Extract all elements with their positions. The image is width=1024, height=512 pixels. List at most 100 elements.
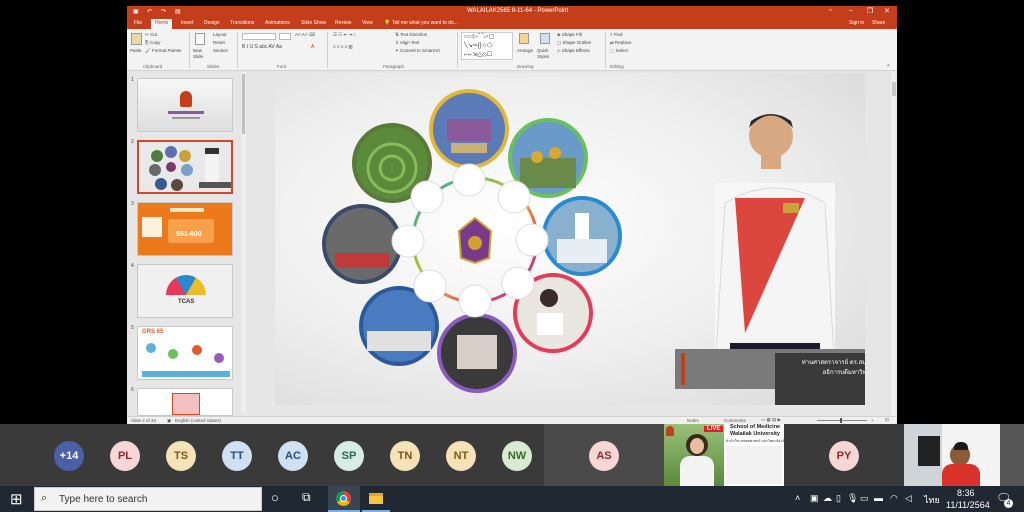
clock-time[interactable]: 8:36 [957,488,975,498]
convert-smartart-button[interactable]: ⚭ Convert to SmartArt [395,48,440,54]
participant-avatar[interactable]: PY [829,441,859,471]
font-name-box[interactable] [242,33,276,40]
clock-date[interactable]: 11/11/2564 [946,500,990,510]
collapse-ribbon-icon[interactable]: ˄ [887,63,890,68]
participant-avatar[interactable]: TT [222,441,252,471]
align-text-button[interactable]: ⇕ Align Text [395,40,419,46]
shapes-gallery[interactable]: ▭○▷⌒▱▢ ╲↘⇨{}☆⬠ ⌐⌙⇲△◇☐ [461,32,513,60]
grow-shrink-font-icon[interactable]: A˄ A˅ ⌫ [295,32,315,38]
section-button[interactable]: Section [213,48,228,53]
new-slide-button[interactable]: New Slide [193,48,209,60]
tab-review[interactable]: Review [335,20,351,26]
tell-me-box[interactable]: Tell me what you want to do... [392,20,458,26]
tab-transitions[interactable]: Transitions [230,20,254,26]
slide-thumbnail-5[interactable]: GRS 65 [137,326,233,380]
current-slide[interactable]: ท่านศาสตราจารย์ ดร.สมบ อธิการบดีมหาวิทย [275,73,865,405]
slide-scrollbar[interactable] [891,72,897,416]
align-buttons[interactable]: ≡ ≡ ≡ ≡ ▥ [333,44,353,50]
replace-button[interactable]: ⇄ Replace [610,40,632,46]
wifi-icon[interactable]: ◠ [890,493,898,504]
font-size-box[interactable] [279,33,291,40]
minimize-icon[interactable]: – [849,7,853,14]
undo-icon[interactable]: ↶ [147,8,152,15]
format-painter-button[interactable]: 🖌 Format Painter [145,48,182,54]
redo-icon[interactable]: ↷ [161,8,166,15]
layout-button[interactable]: Layout [213,32,227,37]
start-from-beginning-icon[interactable]: ▤ [175,8,181,15]
restore-icon[interactable]: ❐ [867,7,873,15]
thumbnail-scrollbar[interactable] [241,72,246,412]
select-button[interactable]: ⬚ Select [610,48,628,54]
slide-thumbnail-3[interactable]: 551-600 [137,202,233,256]
slide-thumbnail-4[interactable]: TCAS [137,264,233,318]
meet-now-icon[interactable]: ▣ [810,493,819,504]
windows-start-icon[interactable]: ⊞ [10,490,23,508]
microphone-icon[interactable]: 🎙 [847,493,858,504]
language-status[interactable]: English (United States) [175,418,221,423]
task-view-icon[interactable]: ⧉ [302,490,311,505]
text-direction-button[interactable]: ⇅ Text Direction [395,32,427,38]
slide-thumbnail-6[interactable] [137,388,233,416]
slide-scrollbar-thumb[interactable] [892,82,896,96]
fit-slide-icon[interactable]: ⊡ [885,417,889,423]
slide-thumbnail-2[interactable] [137,140,233,194]
tab-insert[interactable]: Insert [181,20,194,26]
tab-slide-show[interactable]: Slide Show [301,20,326,26]
zoom-slider[interactable] [817,420,867,421]
copy-button[interactable]: ⎘ Copy [145,40,160,45]
notes-button[interactable]: Notes [687,418,699,423]
participant-overflow[interactable]: +14 [54,441,84,471]
participant-avatar[interactable]: AS [589,441,619,471]
arrange-icon[interactable] [519,33,529,44]
paste-button[interactable]: Paste [130,48,142,53]
taskbar-search[interactable]: ⌕ Type here to search [34,487,262,511]
sign-in-link[interactable]: Sign in [849,20,864,26]
cut-button[interactable]: ✂ Cut [145,32,157,38]
chrome-taskbar-button[interactable] [328,486,360,512]
shape-effects-button[interactable]: ◇ Shape Effects [557,48,590,54]
quick-styles-button[interactable]: Quick Styles [537,48,553,60]
participant-avatar[interactable]: NW [502,441,532,471]
cortana-icon[interactable]: ○ [271,490,279,505]
font-color-icon[interactable]: A [311,44,314,50]
save-icon[interactable]: ▣ [133,8,139,15]
self-camera-tile[interactable] [904,424,1024,486]
quick-styles-icon[interactable] [540,33,550,44]
comments-button[interactable]: Comments [724,418,746,423]
participant-avatar[interactable]: TS [166,441,196,471]
tab-animations[interactable]: Animations [265,20,290,26]
file-explorer-taskbar-button[interactable] [362,486,390,512]
battery-icon[interactable]: ▬ [874,493,883,503]
input-language[interactable]: ไทย [924,493,940,507]
participant-avatar[interactable]: TN [390,441,420,471]
list-buttons[interactable]: ☰ ☷ ⇤ ⇥ ↕ [333,32,356,38]
zoom-slider-thumb[interactable] [840,418,842,423]
tab-design[interactable]: Design [204,20,220,26]
paste-icon[interactable] [131,33,142,45]
participant-avatar[interactable]: SP [334,441,364,471]
tab-home[interactable]: Home [151,19,173,29]
ribbon-display-icon[interactable]: ▫ [829,7,831,14]
slide-thumbnail-1[interactable] [137,78,233,132]
find-button[interactable]: ⌕ Find [610,32,623,37]
share-button[interactable]: Share [872,20,885,26]
camera-tray-icon[interactable]: ▭ [860,493,869,504]
participant-avatar[interactable]: NT [446,441,476,471]
font-style-buttons[interactable]: B I U S abc AV Aa [242,44,282,50]
participant-avatar[interactable]: AC [278,441,308,471]
zoom-level[interactable]: + [871,418,874,423]
network-icon[interactable]: ▯ [836,493,841,504]
volume-icon[interactable]: ◁ [905,493,912,504]
participant-avatar[interactable]: PL [110,441,140,471]
reset-button[interactable]: Reset [213,40,225,45]
view-buttons[interactable]: ▭ ▦ ▤ ▶ [761,417,781,423]
live-video-tile[interactable]: LIVE School of Medicine Walailak Univers… [664,424,784,486]
arrange-button[interactable]: Arrange [517,48,533,53]
show-hidden-icons[interactable]: ˄ [795,493,800,503]
shape-outline-button[interactable]: ▢ Shape Outline [557,40,591,46]
onedrive-icon[interactable]: ☁ [823,493,832,504]
new-slide-icon[interactable] [195,33,205,45]
tab-view[interactable]: View [362,20,373,26]
shape-fill-button[interactable]: ◈ Shape Fill [557,32,582,38]
close-icon[interactable]: ✕ [884,7,890,15]
